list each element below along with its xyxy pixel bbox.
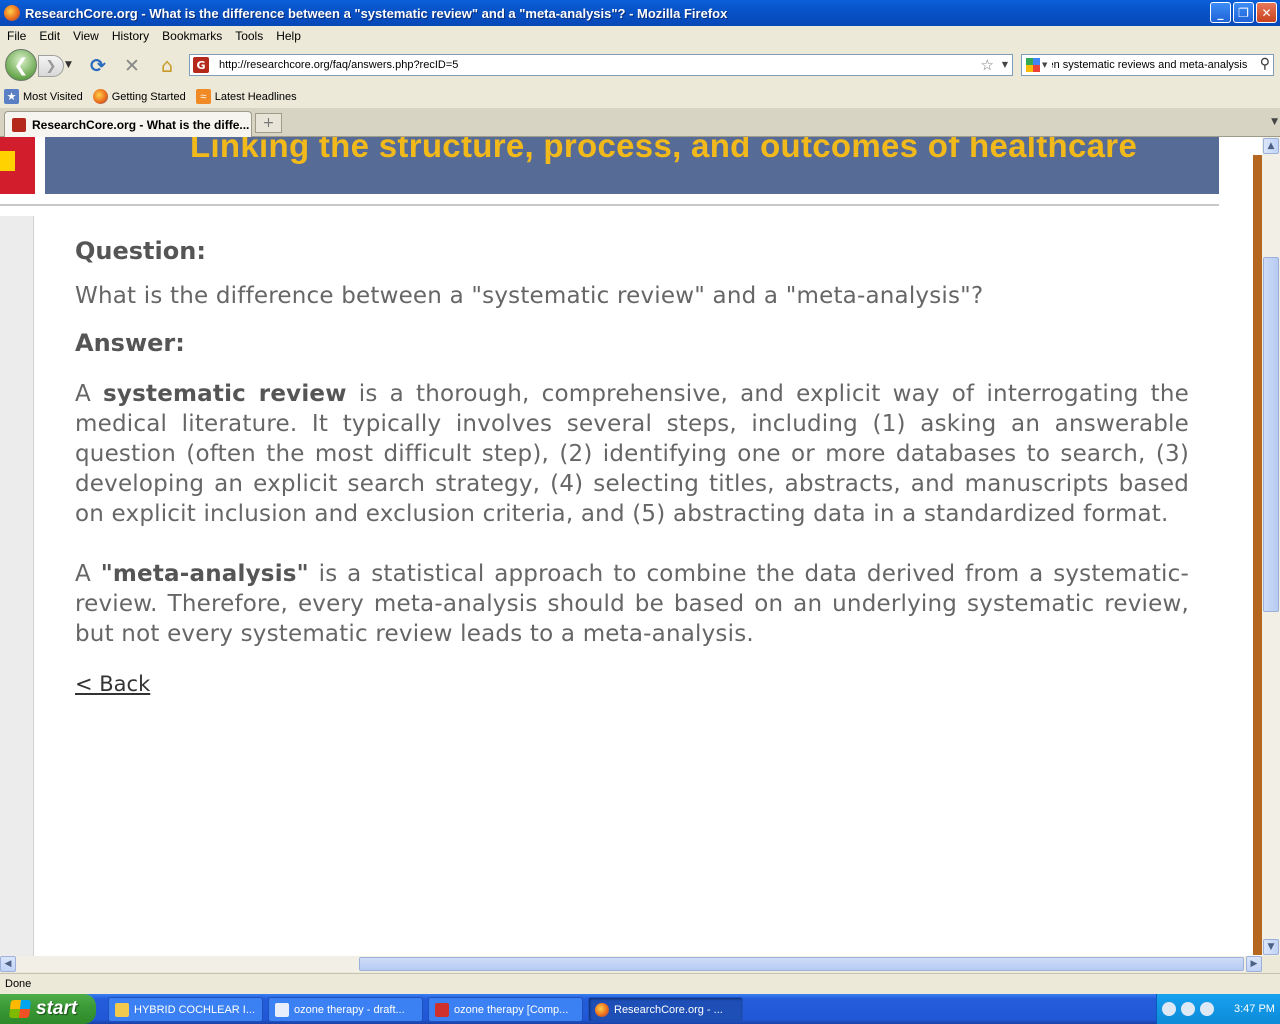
status-bar: Done	[0, 973, 1280, 993]
answer-paragraph-1: A systematic review is a thorough, compr…	[75, 379, 1189, 529]
windows-taskbar: start HYBRID COCHLEAR I... ozone therapy…	[0, 994, 1280, 1024]
engine-dropdown-icon[interactable]: ▼	[1042, 61, 1047, 69]
site-favicon-icon: G	[193, 57, 209, 73]
menu-history[interactable]: History	[105, 29, 155, 43]
scroll-up-icon[interactable]: ▲	[1263, 138, 1279, 154]
taskbar-item-acrobat[interactable]: ozone therapy [Comp...	[428, 997, 583, 1022]
bookmark-label: Getting Started	[111, 90, 186, 103]
firefox-icon	[92, 89, 108, 104]
volume-icon[interactable]	[1200, 1002, 1214, 1016]
start-label: start	[36, 998, 78, 1019]
google-engine-icon[interactable]	[1026, 58, 1040, 72]
tab-list-dropdown-icon[interactable]: ▼	[1271, 117, 1278, 127]
bookmark-star-icon[interactable]: ☆	[981, 56, 994, 74]
back-button[interactable]: ❮	[5, 49, 37, 81]
task-label: ResearchCore.org - ...	[614, 1003, 723, 1016]
back-link[interactable]: < Back	[75, 672, 150, 696]
status-text: Done	[5, 977, 32, 990]
close-button[interactable]: ✕	[1256, 2, 1277, 23]
task-label: ozone therapy [Comp...	[454, 1003, 569, 1016]
tray-expand-icon[interactable]	[1162, 1002, 1176, 1016]
start-button[interactable]: start	[0, 994, 96, 1024]
reload-icon[interactable]: ⟳	[87, 55, 109, 77]
tab-researchcore[interactable]: ResearchCore.org - What is the diffe...	[4, 111, 252, 137]
horizontal-scroll-thumb[interactable]	[359, 957, 1244, 971]
url-bar[interactable]: G http://researchcore.org/faq/answers.ph…	[189, 54, 1013, 76]
back-arrow-icon: ❮	[13, 54, 29, 76]
question-text: What is the difference between a "system…	[75, 283, 984, 309]
task-label: HYBRID COCHLEAR I...	[134, 1003, 256, 1016]
bookmark-label: Most Visited	[23, 90, 83, 103]
forward-button[interactable]: ❯	[38, 55, 64, 77]
header-divider	[0, 204, 1219, 206]
menu-bookmarks[interactable]: Bookmarks	[155, 29, 228, 43]
home-icon[interactable]: ⌂	[156, 55, 178, 77]
menu-bar: File Edit View History Bookmarks Tools H…	[0, 26, 1280, 46]
banner-tagline: Linking the structure, process, and outc…	[190, 137, 1138, 164]
taskbar-item-folder[interactable]: HYBRID COCHLEAR I...	[108, 997, 263, 1022]
url-text[interactable]: http://researchcore.org/faq/answers.php?…	[219, 59, 458, 71]
maximize-button[interactable]: ❐	[1233, 2, 1254, 23]
banner-yellow-block	[0, 151, 15, 171]
history-dropdown-icon[interactable]: ▼	[65, 60, 72, 70]
term-systematic-review: systematic review	[103, 381, 347, 407]
bookmark-getting-started[interactable]: Getting Started	[92, 89, 186, 104]
site-banner: Linking the structure, process, and outc…	[45, 137, 1219, 194]
page-right-border	[1253, 155, 1262, 955]
menu-view[interactable]: View	[66, 29, 105, 43]
vertical-scrollbar[interactable]: ▲ ▼	[1262, 137, 1280, 956]
bookmarks-toolbar: ★ Most Visited Getting Started ≈ Latest …	[0, 86, 1280, 107]
menu-edit[interactable]: Edit	[32, 29, 66, 43]
answer-paragraph-2: A "meta-analysis" is a statistical appro…	[75, 559, 1189, 649]
task-label: ozone therapy - draft...	[294, 1003, 405, 1016]
acrobat-icon	[435, 1002, 449, 1017]
vertical-scroll-thumb[interactable]	[1263, 257, 1279, 612]
window-titlebar[interactable]: ResearchCore.org - What is the differenc…	[0, 0, 1280, 26]
forward-arrow-icon: ❯	[45, 58, 57, 74]
scroll-right-icon[interactable]: ▶	[1246, 956, 1262, 972]
firefox-icon	[595, 1002, 609, 1017]
question-heading: Question:	[75, 237, 206, 265]
word-icon	[275, 1002, 289, 1017]
system-tray: 3:47 PM	[1156, 994, 1280, 1024]
most-visited-icon: ★	[4, 89, 19, 104]
stop-icon[interactable]: ✕	[121, 55, 143, 77]
menu-tools[interactable]: Tools	[228, 29, 269, 43]
menu-file[interactable]: File	[0, 29, 32, 43]
faq-article: Question: What is the difference between…	[75, 237, 1189, 696]
search-bar[interactable]: ▼ en systematic reviews and meta-analysi…	[1021, 54, 1274, 76]
term-meta-analysis: "meta-analysis"	[100, 561, 309, 587]
site-favicon-icon	[12, 117, 26, 132]
para-lead: A	[75, 381, 104, 407]
page-viewport: Linking the structure, process, and outc…	[0, 137, 1262, 956]
bookmark-label: Latest Headlines	[214, 90, 297, 103]
tab-bar: ResearchCore.org - What is the diffe... …	[0, 108, 1280, 137]
folder-icon	[115, 1002, 129, 1017]
left-column	[0, 216, 34, 956]
firefox-icon	[4, 5, 20, 21]
para-lead: A	[75, 561, 101, 587]
network-icon[interactable]	[1181, 1002, 1195, 1016]
minimize-button[interactable]: _	[1210, 2, 1231, 23]
rss-icon: ≈	[195, 89, 211, 104]
search-input[interactable]: en systematic reviews and meta-analysis	[1052, 59, 1247, 71]
scroll-down-icon[interactable]: ▼	[1263, 939, 1279, 955]
taskbar-item-word[interactable]: ozone therapy - draft...	[268, 997, 423, 1022]
clock[interactable]: 3:47 PM	[1234, 1003, 1275, 1015]
url-dropdown-icon[interactable]: ▼	[1002, 60, 1008, 69]
answer-heading: Answer:	[75, 329, 185, 357]
window-controls: _ ❐ ✕	[1210, 2, 1277, 23]
window-title: ResearchCore.org - What is the differenc…	[25, 5, 728, 21]
scroll-left-icon[interactable]: ◀	[0, 956, 16, 972]
taskbar-item-firefox[interactable]: ResearchCore.org - ...	[588, 997, 743, 1022]
tab-label: ResearchCore.org - What is the diffe...	[32, 117, 250, 132]
windows-logo-icon	[9, 1000, 31, 1018]
horizontal-scrollbar[interactable]: ◀ ▶	[0, 956, 1262, 972]
search-icon[interactable]: ⚲	[1260, 56, 1270, 72]
bookmark-most-visited[interactable]: ★ Most Visited	[4, 89, 83, 104]
bookmark-latest-headlines[interactable]: ≈ Latest Headlines	[195, 89, 297, 104]
new-tab-button[interactable]: +	[255, 113, 282, 133]
menu-help[interactable]: Help	[269, 29, 307, 43]
